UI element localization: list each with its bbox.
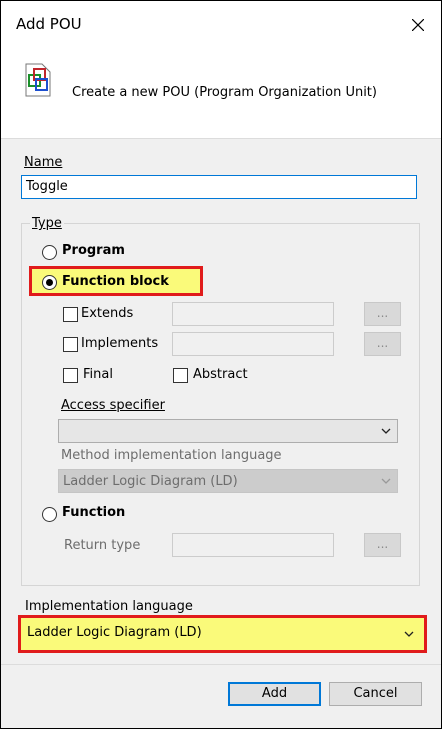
return-type-label: Return type — [64, 538, 141, 553]
final-checkbox[interactable] — [63, 368, 78, 383]
chevron-down-icon — [404, 631, 414, 637]
final-label[interactable]: Final — [83, 367, 113, 382]
extends-input[interactable] — [172, 302, 334, 326]
name-input[interactable]: Toggle — [21, 175, 417, 199]
access-specifier-select[interactable] — [58, 419, 398, 443]
extends-label[interactable]: Extends — [81, 306, 133, 321]
return-type-browse-button[interactable]: ... — [364, 533, 401, 557]
function-block-radio[interactable] — [42, 275, 57, 290]
method-impl-value: Ladder Logic Diagram (LD) — [63, 474, 238, 489]
program-label[interactable]: Program — [62, 243, 125, 258]
title-bar: Add POU — [1, 1, 441, 49]
access-specifier-label: Access specifier — [61, 398, 165, 413]
abstract-label[interactable]: Abstract — [193, 367, 248, 382]
return-type-input[interactable] — [172, 533, 334, 557]
add-button[interactable]: Add — [228, 682, 321, 706]
implementation-language-label: Implementation language — [25, 599, 193, 614]
cancel-button[interactable]: Cancel — [329, 682, 422, 706]
add-pou-dialog: Add POU Create a new POU (Program Organi… — [1, 1, 441, 728]
implementation-language-value: Ladder Logic Diagram (LD) — [27, 625, 202, 640]
dialog-header: Create a new POU (Program Organization U… — [1, 49, 441, 139]
abstract-checkbox[interactable] — [173, 368, 188, 383]
function-radio[interactable] — [42, 507, 57, 522]
chevron-down-icon — [381, 428, 391, 434]
extends-browse-button[interactable]: ... — [364, 302, 401, 326]
implements-browse-button[interactable]: ... — [364, 332, 401, 356]
function-block-label[interactable]: Function block — [62, 274, 169, 289]
method-impl-select[interactable]: Ladder Logic Diagram (LD) — [58, 469, 398, 493]
implements-checkbox[interactable] — [63, 337, 78, 352]
window-title: Add POU — [16, 15, 82, 33]
close-button[interactable] — [395, 1, 441, 49]
header-description: Create a new POU (Program Organization U… — [72, 85, 377, 100]
implementation-language-select[interactable]: Ladder Logic Diagram (LD) — [18, 615, 427, 653]
close-icon — [412, 19, 424, 31]
extends-checkbox[interactable] — [63, 307, 78, 322]
function-label[interactable]: Function — [62, 505, 125, 520]
type-group-label: Type — [30, 216, 64, 231]
program-radio[interactable] — [42, 245, 57, 260]
method-impl-label: Method implementation language — [61, 448, 282, 463]
footer-divider — [1, 664, 441, 665]
name-label: Name — [24, 155, 63, 170]
pou-icon — [25, 63, 51, 97]
implements-input[interactable] — [172, 332, 334, 356]
implements-label[interactable]: Implements — [81, 336, 158, 351]
chevron-down-icon — [381, 478, 391, 484]
